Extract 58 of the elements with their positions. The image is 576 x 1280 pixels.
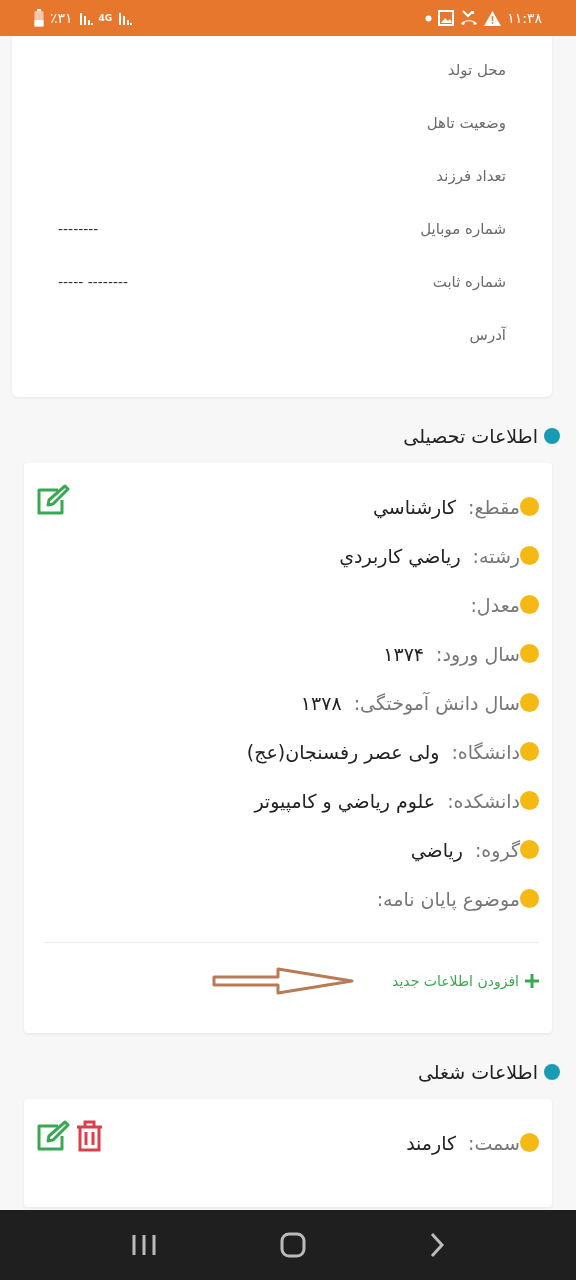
field-value: ۱۳۷۴ <box>383 642 425 665</box>
field-value: ۱۳۷۸ <box>300 691 342 714</box>
field-label: آدرس <box>469 325 506 344</box>
section-title: اطلاعات تحصیلی <box>403 425 538 447</box>
bullet-icon <box>520 840 539 859</box>
clock-time: ۱۱:۳۸ <box>507 10 542 26</box>
battery-icon <box>34 9 44 27</box>
back-icon[interactable] <box>428 1232 445 1258</box>
bullet-icon <box>544 1064 560 1080</box>
warning-icon <box>484 10 502 26</box>
field-label: سال ورود: <box>436 642 520 665</box>
field-label: وضعیت تاهل <box>426 113 506 132</box>
field-value: علوم رياضي و کامپيوتر <box>254 789 436 812</box>
bullet-icon <box>520 497 539 516</box>
bullet-icon <box>520 644 539 663</box>
field-value: رياضي کاربردي <box>339 544 461 567</box>
dot-icon <box>425 14 433 22</box>
signal-icon <box>78 11 93 25</box>
field-label: معدل: <box>470 593 520 616</box>
bullet-icon <box>520 742 539 761</box>
field-value: کارشناسي <box>372 495 457 518</box>
bullet-icon <box>520 1133 539 1152</box>
image-icon <box>438 10 455 26</box>
field-value: ----- -------- <box>58 273 129 290</box>
field-label: گروه: <box>474 838 520 861</box>
field-label: شماره موبایل <box>420 219 506 238</box>
signal-icon <box>118 11 133 25</box>
bullet-icon <box>520 546 539 565</box>
edit-icon[interactable] <box>36 484 70 516</box>
field-value: کارمند <box>406 1131 457 1154</box>
edit-icon[interactable] <box>36 1120 70 1152</box>
recents-icon[interactable] <box>131 1233 158 1257</box>
field-value: رياضي <box>410 838 463 861</box>
field-label: شماره ثابت <box>432 272 506 291</box>
bullet-icon <box>544 428 560 444</box>
home-icon[interactable] <box>280 1232 306 1258</box>
network-type: 4G <box>98 13 113 23</box>
field-label: محل تولد <box>447 60 506 79</box>
field-value: -------- <box>58 220 99 237</box>
bullet-icon <box>520 791 539 810</box>
field-label: سمت: <box>468 1131 520 1154</box>
add-info-link[interactable]: افزودن اطلاعات جدید <box>392 972 539 989</box>
trash-icon[interactable] <box>76 1120 103 1152</box>
field-label: مقطع: <box>468 495 520 518</box>
plus-icon <box>525 973 539 988</box>
bullet-icon <box>520 889 539 908</box>
battery-percent: ٪۳۱ <box>50 10 73 26</box>
field-label: سال دانش آموختگی: <box>353 691 520 714</box>
field-value: ولی عصر رفسنجان(عج) <box>246 740 440 763</box>
missed-call-icon <box>460 10 479 26</box>
bullet-icon <box>520 595 539 614</box>
field-label: تعداد فرزند <box>436 166 506 185</box>
field-label: موضوع پایان نامه: <box>376 887 520 910</box>
field-label: دانشگاه: <box>451 740 520 763</box>
bullet-icon <box>520 693 539 712</box>
field-label: رشته: <box>472 544 520 567</box>
field-label: دانشکده: <box>447 789 520 812</box>
section-title: اطلاعات شغلی <box>418 1061 538 1083</box>
